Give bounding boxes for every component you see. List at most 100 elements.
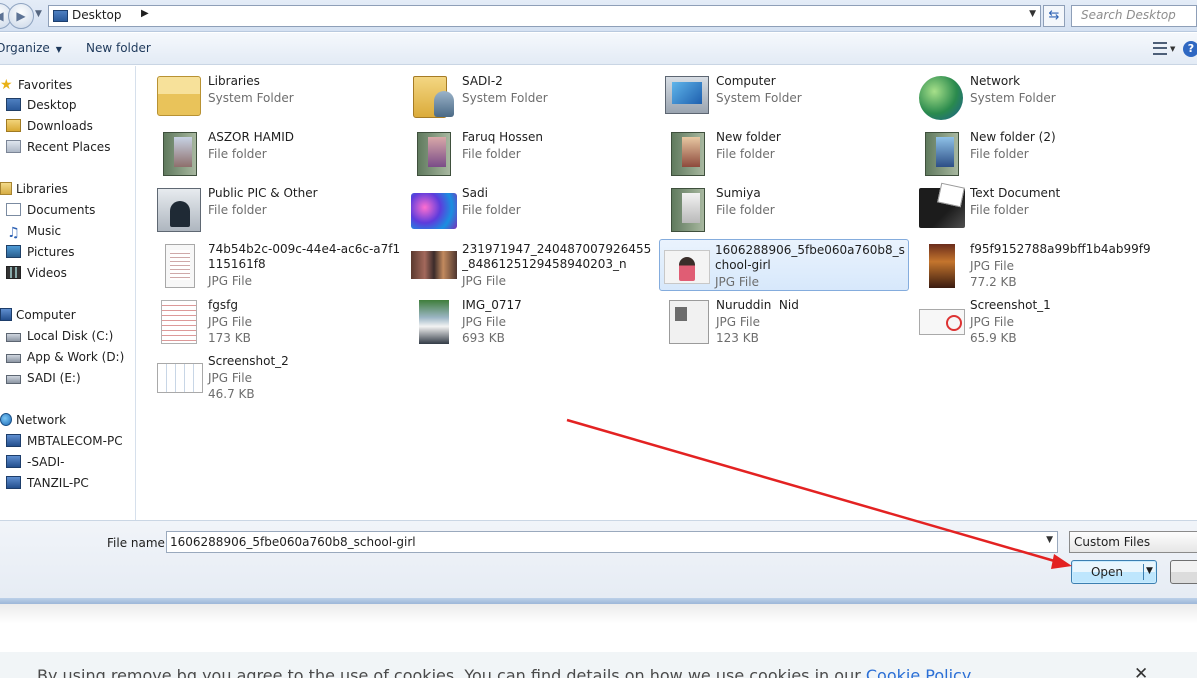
image-thumbnail [165,244,195,288]
nav-computer[interactable]: Computer [0,308,76,326]
file-tile-computer[interactable]: Computer System Folder [661,71,911,123]
file-type: File folder [970,203,1029,217]
recent-pages-dropdown[interactable]: ▼ [35,9,42,19]
network-icon [919,76,963,120]
file-tile-network[interactable]: Network System Folder [915,71,1165,123]
cookie-banner: By using remove.bg you agree to the use … [0,652,1197,678]
image-thumbnail [669,300,709,344]
nav-item-desktop[interactable]: Desktop [6,98,77,116]
nav-item-pc-3[interactable]: TANZIL-PC [6,476,89,494]
file-tile-school-girl-selected[interactable]: 1606288906_5fbe060a760b8_school-girl JPG… [659,239,909,291]
file-tile-new-folder-2[interactable]: New folder (2) File folder [915,127,1165,179]
file-type: JPG File [970,259,1014,273]
cookie-message: By using remove.bg you agree to the use … [37,666,971,678]
file-tile-public-pic[interactable]: Public PIC & Other File folder [153,183,403,235]
file-name-input[interactable]: 1606288906_5fbe060a760b8_school-girl ▼ [166,531,1058,553]
file-name-dropdown-icon[interactable]: ▼ [1046,535,1053,545]
nav-item-pictures[interactable]: Pictures [6,245,75,263]
nav-item-label: Videos [27,266,67,280]
nav-item-drive-d[interactable]: App & Work (D:) [6,350,124,368]
desktop-icon [6,98,21,111]
folder-icon [411,193,457,229]
open-options-dropdown-icon[interactable]: ▼ [1146,566,1153,576]
address-field[interactable]: Desktop ▶ ▼ [48,5,1041,27]
nav-favorites[interactable]: ★ Favorites [0,77,72,95]
file-type: File folder [462,147,521,161]
organize-button[interactable]: Organize ▼ [0,41,62,55]
file-type: File folder [462,203,521,217]
refresh-button[interactable]: ⇆ [1043,5,1065,27]
command-toolbar: Organize ▼ New folder ▼ ? [0,33,1197,65]
nav-item-label: -SADI- [27,455,65,469]
nav-favorites-label: Favorites [18,78,73,92]
help-icon[interactable]: ? [1183,41,1197,57]
breadcrumb-chevron-icon[interactable]: ▶ [141,8,149,19]
nav-item-drive-e[interactable]: SADI (E:) [6,371,81,389]
nav-network[interactable]: Network [0,413,66,431]
file-name: Screenshot_1 [970,298,1051,312]
folder-icon [671,132,705,176]
cookie-close-icon[interactable]: ✕ [1134,664,1148,678]
new-folder-button[interactable]: New folder [86,41,151,55]
view-dropdown-icon[interactable]: ▼ [1170,45,1175,53]
address-dropdown-icon[interactable]: ▼ [1029,9,1036,19]
nav-item-label: SADI (E:) [27,371,81,385]
file-tile-new-folder[interactable]: New folder File folder [661,127,911,179]
file-type: JPG File [208,315,252,329]
file-tile-aszor-hamid[interactable]: ASZOR HAMID File folder [153,127,403,179]
search-input[interactable]: Search Desktop [1071,5,1197,27]
file-name: Text Document [970,186,1061,200]
file-tile-231971947[interactable]: 231971947_240487007926455_84861251294589… [407,239,657,291]
address-bar: ◀ ▶ ▼ Desktop ▶ ▼ ⇆ Search Desktop [0,0,1197,32]
network-computer-icon [6,434,21,447]
file-tile-text-document[interactable]: Text Document File folder [915,183,1165,235]
cookie-policy-link[interactable]: Cookie Policy [866,666,971,678]
nav-item-documents[interactable]: Documents [6,203,95,221]
file-tile-nuruddin-nid[interactable]: Nuruddin Nid JPG File 123 KB [661,295,911,347]
nav-item-pc-2[interactable]: -SADI- [6,455,65,473]
forward-button[interactable]: ▶ [8,3,34,29]
nav-item-pc-1[interactable]: MBTALECOM-PC [6,434,123,452]
file-tile-screenshot-2[interactable]: Screenshot_2 JPG File 46.7 KB [153,351,403,403]
file-name-value[interactable]: 1606288906_5fbe060a760b8_school-girl [170,535,416,549]
image-thumbnail [157,363,203,393]
nav-item-drive-c[interactable]: Local Disk (C:) [6,329,113,347]
image-thumbnail [919,309,965,335]
nav-item-label: App & Work (D:) [27,350,125,364]
file-tile-screenshot-1[interactable]: Screenshot_1 JPG File 65.9 KB [915,295,1165,347]
file-name: Sadi [462,186,488,200]
file-tile-f95f9152[interactable]: f95f9152788a99bff1b4ab99f9 JPG File 77.2… [915,239,1165,291]
file-tile-fgsfg[interactable]: fgsfg JPG File 173 KB [153,295,403,347]
file-type: System Folder [716,91,802,105]
file-tile-sadi[interactable]: Sadi File folder [407,183,657,235]
change-view-icon[interactable] [1153,42,1167,55]
file-size: 65.9 KB [970,331,1017,345]
nav-libraries-label: Libraries [16,182,68,196]
open-button[interactable]: Open ▼ [1071,560,1157,584]
file-tile-libraries[interactable]: Libraries System Folder [153,71,403,123]
file-type-filter[interactable]: Custom Files [1069,531,1197,553]
address-location[interactable]: Desktop [72,8,122,22]
file-name: 231971947_240487007926455_84861251294589… [462,242,652,271]
nav-item-downloads[interactable]: Downloads [6,119,93,137]
file-tile-faruq-hossen[interactable]: Faruq Hossen File folder [407,127,657,179]
nav-libraries[interactable]: Libraries [0,182,68,200]
nav-item-recent-places[interactable]: Recent Places [6,140,110,158]
pictures-icon [6,245,21,258]
cancel-button[interactable] [1170,560,1197,584]
music-icon: ♫ [7,225,20,241]
chevron-down-icon: ▼ [55,45,62,54]
file-tile-sadi-2[interactable]: SADI-2 System Folder [407,71,657,123]
nav-item-music[interactable]: ♫ Music [6,224,61,242]
folder-icon [925,132,959,176]
folder-icon [163,132,197,176]
nav-item-label: Pictures [27,245,75,259]
file-tile-sumiya[interactable]: Sumiya File folder [661,183,911,235]
nav-item-videos[interactable]: Videos [6,266,67,284]
file-tile-img-0717[interactable]: IMG_0717 JPG File 693 KB [407,295,657,347]
file-tile-74b54b2c[interactable]: 74b54b2c-009c-44e4-ac6c-a7f1115161f8 JPG… [153,239,403,291]
nav-item-label: Documents [27,203,96,217]
file-name-label: File name: [107,536,169,550]
file-type: JPG File [208,371,252,385]
cookie-message-text: By using remove.bg you agree to the use … [37,666,866,678]
